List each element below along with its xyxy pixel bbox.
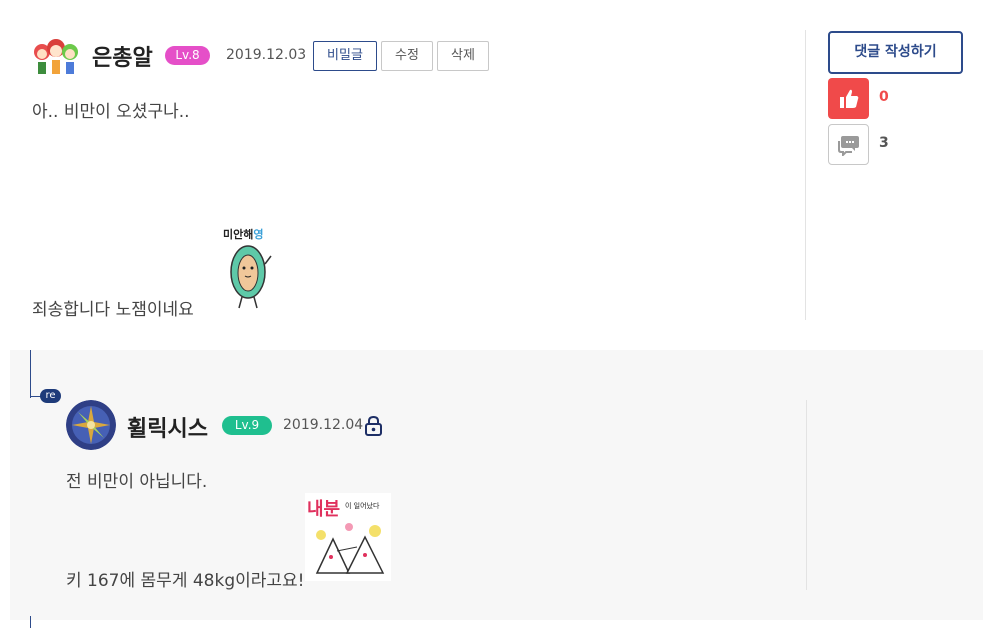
- reply-user-avatar[interactable]: [66, 400, 116, 450]
- secret-button[interactable]: 비밀글: [313, 41, 377, 71]
- reply-text-line: 키 167에 몸무게 48kg이라고요!: [66, 571, 305, 591]
- comment-nickname[interactable]: 은총알: [92, 40, 153, 72]
- column-divider: [805, 30, 806, 320]
- reply-column-divider: [806, 400, 807, 590]
- comment-text-line: 아.. 비만이 오셨구나..: [32, 102, 190, 122]
- thread-line: [30, 350, 31, 398]
- speech-bubble-icon: [837, 135, 859, 156]
- egg-character-icon: [230, 245, 272, 309]
- sticker-text-small: 이 일어났다: [345, 502, 380, 510]
- user-avatar[interactable]: [32, 36, 80, 78]
- lock-icon: [365, 415, 382, 436]
- thread-line-next: [30, 616, 31, 628]
- edit-button[interactable]: 수정: [381, 41, 433, 71]
- write-comment-button[interactable]: 댓글 작성하기: [828, 31, 963, 74]
- thumbs-up-icon: [839, 89, 858, 108]
- comment-date: 2019.12.03: [226, 47, 307, 63]
- reply-text-line: 전 비만이 아닙니다.: [66, 472, 208, 492]
- reply-nickname[interactable]: 휠릭시스: [127, 411, 208, 443]
- like-count: 0: [879, 89, 889, 105]
- delete-button[interactable]: 삭제: [437, 41, 489, 71]
- level-badge: Lv.8: [165, 46, 210, 65]
- reply-date: 2019.12.04: [283, 417, 364, 433]
- like-button[interactable]: [828, 78, 869, 119]
- reply-count: 3: [879, 135, 889, 151]
- sticker-text: 내분: [307, 499, 341, 520]
- reply-count-button[interactable]: [828, 124, 869, 165]
- sticker-image: 미안해영: [220, 224, 280, 314]
- comment-text-line: 죄송합니다 노잼이네요: [32, 300, 194, 320]
- reply-sticker-image: 내분 이 일어났다: [305, 493, 391, 581]
- reply-level-badge: Lv.9: [222, 416, 272, 435]
- reply-badge: re: [40, 389, 61, 403]
- fight-characters-icon: [315, 523, 385, 574]
- sticker-text-accent: 영: [253, 228, 264, 241]
- sticker-text: 미안해: [223, 228, 254, 241]
